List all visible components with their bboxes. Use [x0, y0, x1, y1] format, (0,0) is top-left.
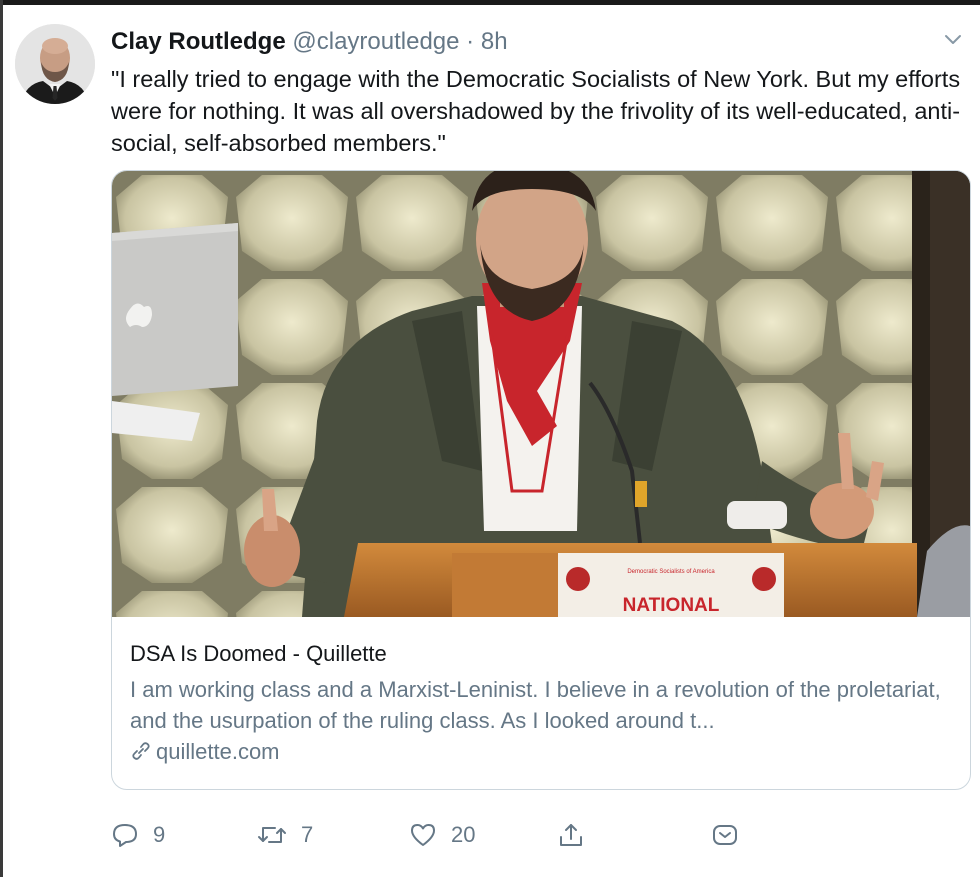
tweet[interactable]: Clay Routledge @clayroutledge · 8h "I re…	[3, 5, 980, 877]
reply-icon	[113, 824, 137, 847]
podium-banner-text: NATIONAL	[623, 595, 720, 616]
avatar[interactable]	[15, 24, 95, 104]
display-name[interactable]: Clay Routledge	[111, 28, 286, 55]
heart-icon	[411, 824, 435, 846]
card-domain-text: quillette.com	[156, 739, 280, 764]
timestamp[interactable]: 8h	[481, 28, 508, 55]
tweet-actions: 9 7 20	[111, 817, 811, 853]
like-button[interactable]: 20	[409, 817, 475, 853]
share-icon	[560, 824, 582, 846]
chevron-down-icon[interactable]	[943, 29, 963, 49]
retweet-icon	[258, 827, 286, 843]
avatar-image	[15, 24, 95, 104]
card-domain[interactable]: quillette.com	[130, 739, 280, 765]
user-handle[interactable]: @clayroutledge	[292, 28, 459, 55]
link-icon	[132, 742, 150, 760]
reply-count: 9	[153, 822, 166, 847]
message-button[interactable]	[711, 817, 753, 853]
podium-small-text: Democratic Socialists of America	[627, 569, 715, 575]
share-button[interactable]	[557, 817, 599, 853]
tweet-header: Clay Routledge @clayroutledge · 8h	[111, 27, 508, 57]
reply-button[interactable]: 9	[111, 817, 165, 853]
card-title[interactable]: DSA Is Doomed - Quillette	[130, 641, 387, 667]
message-icon	[713, 825, 737, 845]
separator-dot: ·	[466, 28, 475, 55]
tweet-text: "I really tried to engage with the Democ…	[111, 66, 961, 156]
link-card[interactable]: Democratic Socialists of America NATIONA…	[111, 170, 971, 790]
card-image[interactable]: Democratic Socialists of America NATIONA…	[112, 171, 970, 617]
like-count: 20	[451, 822, 476, 847]
card-description: I am working class and a Marxist-Leninis…	[130, 677, 941, 733]
retweet-count: 7	[301, 822, 314, 847]
retweet-button[interactable]: 7	[257, 817, 313, 853]
